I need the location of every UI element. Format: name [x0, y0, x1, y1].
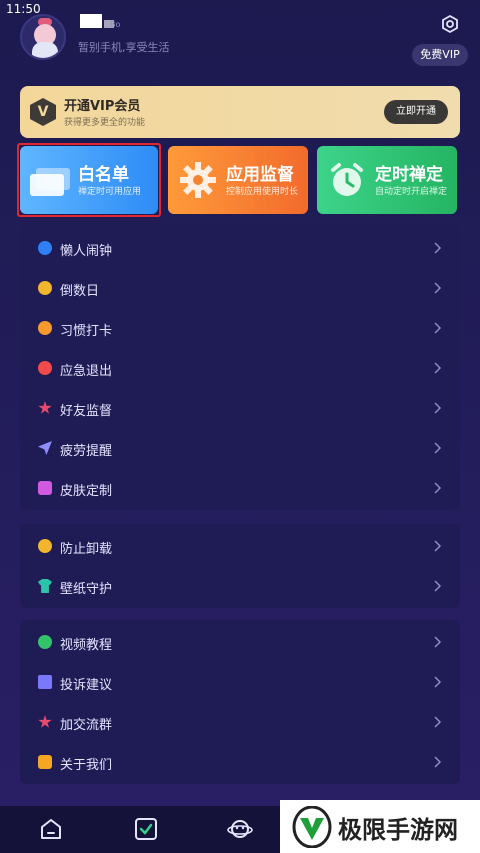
menu-item-label: 防止卸载 [60, 542, 113, 557]
menu-item-label: 壁纸守护 [60, 582, 113, 597]
menu-item-label: 疲劳提醒 [60, 444, 113, 459]
menu-item-label: 懒人闹钟 [60, 244, 113, 259]
watermark: 极限手游网 [280, 800, 480, 853]
alarm-icon [38, 241, 52, 255]
menu-item-label: 好友监督 [60, 404, 113, 419]
card-subtitle: 控制应用使用时长 [226, 187, 299, 197]
card-title: 应用监督 [226, 165, 294, 185]
menu-item-label: 加交流群 [60, 718, 113, 733]
chevron-right-icon [434, 322, 442, 334]
menu-item-skin-customization[interactable]: 皮肤定制 [20, 468, 460, 508]
home-icon[interactable] [38, 816, 64, 842]
emergency-icon [38, 361, 52, 375]
vip-subtitle: 获得更多更全的功能 [64, 118, 146, 128]
shield-face-icon [38, 539, 52, 553]
profile-header: Bo 暂别手机,享受生活 免费VIP [0, 10, 480, 70]
menu-group-protection: 防止卸载 壁纸守护 [20, 524, 460, 608]
menu-item-label: 关于我们 [60, 758, 113, 773]
skin-icon [38, 481, 52, 495]
menu-item-habit-checkin[interactable]: 习惯打卡 [20, 308, 460, 348]
star-icon [38, 401, 52, 414]
menu-item-label: 视频教程 [60, 638, 113, 653]
gear-icon [176, 160, 222, 200]
chevron-right-icon [434, 636, 442, 648]
chevron-right-icon [434, 442, 442, 454]
chevron-right-icon [434, 242, 442, 254]
menu-item-prevent-uninstall[interactable]: 防止卸载 [20, 526, 460, 566]
menu-item-feedback[interactable]: 投诉建议 [20, 662, 460, 702]
card-title: 定时禅定 [375, 165, 443, 185]
location-pin-icon [38, 321, 52, 335]
menu-item-label: 倒数日 [60, 284, 100, 299]
menu-item-label: 投诉建议 [60, 678, 113, 693]
chevron-right-icon [434, 716, 442, 728]
countdown-icon [38, 281, 52, 295]
star-icon [38, 715, 52, 728]
app-supervision-card[interactable]: 应用监督 控制应用使用时长 [168, 146, 308, 214]
chevron-right-icon [434, 482, 442, 494]
watermark-logo-icon [292, 806, 332, 848]
selection-highlight [17, 143, 161, 217]
alarm-clock-icon [325, 160, 371, 200]
chat-icon [38, 755, 52, 769]
vip-banner[interactable]: V 开通VIP会员 获得更多更全的功能 立即开通 [20, 86, 460, 138]
watermark-text: 极限手游网 [338, 816, 458, 844]
chevron-right-icon [434, 676, 442, 688]
username[interactable]: Bo [110, 20, 120, 29]
menu-group-about: 视频教程 投诉建议 加交流群 关于我们 [20, 620, 460, 784]
menu-item-lazy-alarm[interactable]: 懒人闹钟 [20, 228, 460, 268]
vip-logo-icon: V [30, 98, 56, 126]
send-icon [38, 441, 52, 455]
vip-open-button[interactable]: 立即开通 [384, 100, 448, 124]
menu-item-countdown[interactable]: 倒数日 [20, 268, 460, 308]
chevron-right-icon [434, 362, 442, 374]
menu-item-about-us[interactable]: 关于我们 [20, 742, 460, 782]
menu-item-label: 习惯打卡 [60, 324, 113, 339]
free-vip-button[interactable]: 免费VIP [412, 44, 468, 66]
menu-item-video-tutorial[interactable]: 视频教程 [20, 622, 460, 662]
shirt-icon [38, 579, 52, 593]
menu-item-emergency-exit[interactable]: 应急退出 [20, 348, 460, 388]
chevron-right-icon [434, 540, 442, 552]
vip-title: 开通VIP会员 [64, 99, 141, 114]
chevron-right-icon [434, 580, 442, 592]
avatar[interactable] [20, 14, 66, 60]
menu-item-fatigue-reminder[interactable]: 疲劳提醒 [20, 428, 460, 468]
menu-item-label: 应急退出 [60, 364, 113, 379]
profile-subtitle: 暂别手机,享受生活 [78, 41, 170, 54]
chevron-right-icon [434, 756, 442, 768]
planet-icon[interactable] [227, 816, 253, 842]
play-icon [38, 635, 52, 649]
menu-group-tools: 懒人闹钟 倒数日 习惯打卡 应急退出 好友监督 疲劳提醒 皮肤定制 [20, 226, 460, 510]
card-subtitle: 自动定时开启禅定 [375, 187, 448, 197]
note-icon [38, 675, 52, 689]
scheduled-meditation-card[interactable]: 定时禅定 自动定时开启禅定 [317, 146, 457, 214]
menu-item-join-group[interactable]: 加交流群 [20, 702, 460, 742]
menu-item-friend-supervision[interactable]: 好友监督 [20, 388, 460, 428]
chevron-right-icon [434, 282, 442, 294]
check-icon[interactable] [133, 816, 159, 842]
menu-item-label: 皮肤定制 [60, 484, 113, 499]
chevron-right-icon [434, 402, 442, 414]
menu-item-wallpaper-guard[interactable]: 壁纸守护 [20, 566, 460, 606]
settings-gear-icon[interactable] [440, 14, 460, 34]
